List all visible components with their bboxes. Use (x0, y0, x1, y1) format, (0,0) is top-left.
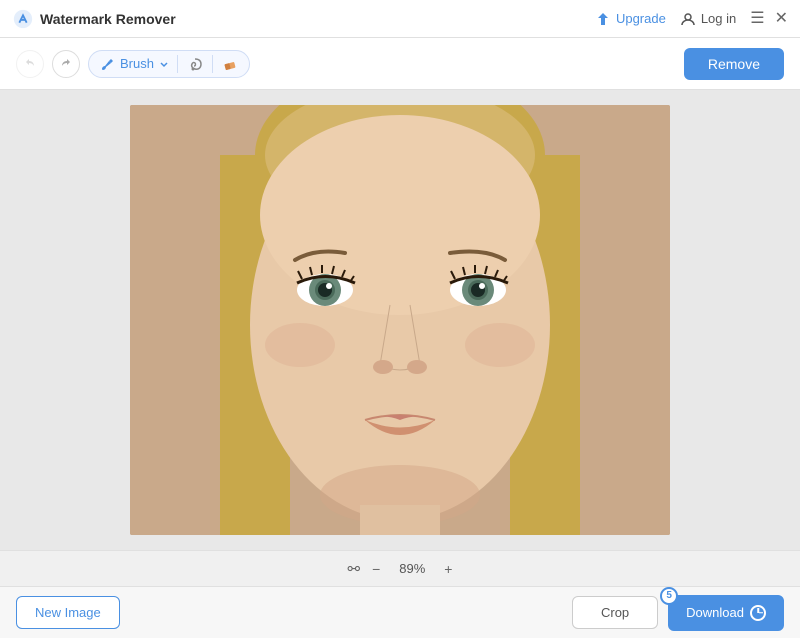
upgrade-button[interactable]: Upgrade (595, 11, 666, 27)
crop-button[interactable]: Crop (572, 596, 658, 629)
clock-icon (750, 605, 766, 621)
canvas-area[interactable] (0, 90, 800, 550)
footer-right: Crop 5 Download (572, 595, 784, 631)
toolbar-left: Brush (16, 50, 250, 78)
tool-divider (177, 55, 178, 73)
uploaded-image (130, 105, 670, 535)
eraser-tool-button[interactable] (221, 55, 239, 73)
menu-button[interactable]: ☰ (750, 11, 764, 27)
face-portrait-svg (130, 105, 670, 535)
zoom-out-icon[interactable]: − (372, 561, 380, 577)
window-controls: ☰ ✕ (750, 11, 788, 27)
upgrade-icon (595, 11, 611, 27)
eraser-icon (221, 55, 239, 73)
download-button[interactable]: Download (668, 595, 784, 631)
brush-icon (99, 56, 115, 72)
login-icon (680, 11, 696, 27)
toolbar: Brush Remove (0, 38, 800, 90)
undo-button[interactable] (16, 50, 44, 78)
download-badge: 5 (660, 587, 678, 605)
zoom-level: 89% (392, 561, 432, 576)
close-button[interactable]: ✕ (775, 11, 788, 27)
redo-icon (60, 58, 72, 70)
title-right: Upgrade Log in ☰ ✕ (595, 11, 788, 27)
image-container (130, 105, 670, 535)
undo-icon (24, 58, 36, 70)
brush-tool-button[interactable]: Brush (99, 56, 169, 72)
app-title: Watermark Remover (40, 11, 176, 27)
zoom-in-icon[interactable]: + (444, 561, 452, 577)
lasso-tool-button[interactable] (186, 55, 204, 73)
lasso-icon (186, 55, 204, 73)
download-wrapper: 5 Download (668, 595, 784, 631)
pan-icon[interactable]: ⚯ (348, 560, 361, 578)
title-bar: Watermark Remover Upgrade Log in ☰ ✕ (0, 0, 800, 38)
new-image-button[interactable]: New Image (16, 596, 120, 629)
remove-button[interactable]: Remove (684, 48, 784, 80)
footer-bar: New Image Crop 5 Download (0, 586, 800, 638)
redo-button[interactable] (52, 50, 80, 78)
login-button[interactable]: Log in (680, 11, 736, 27)
dropdown-arrow-icon (159, 59, 169, 69)
title-left: Watermark Remover (12, 8, 176, 30)
tool-divider-2 (212, 55, 213, 73)
app-logo-icon (12, 8, 34, 30)
tool-group: Brush (88, 50, 250, 78)
zoom-bar: ⚯ − 89% + (0, 550, 800, 586)
